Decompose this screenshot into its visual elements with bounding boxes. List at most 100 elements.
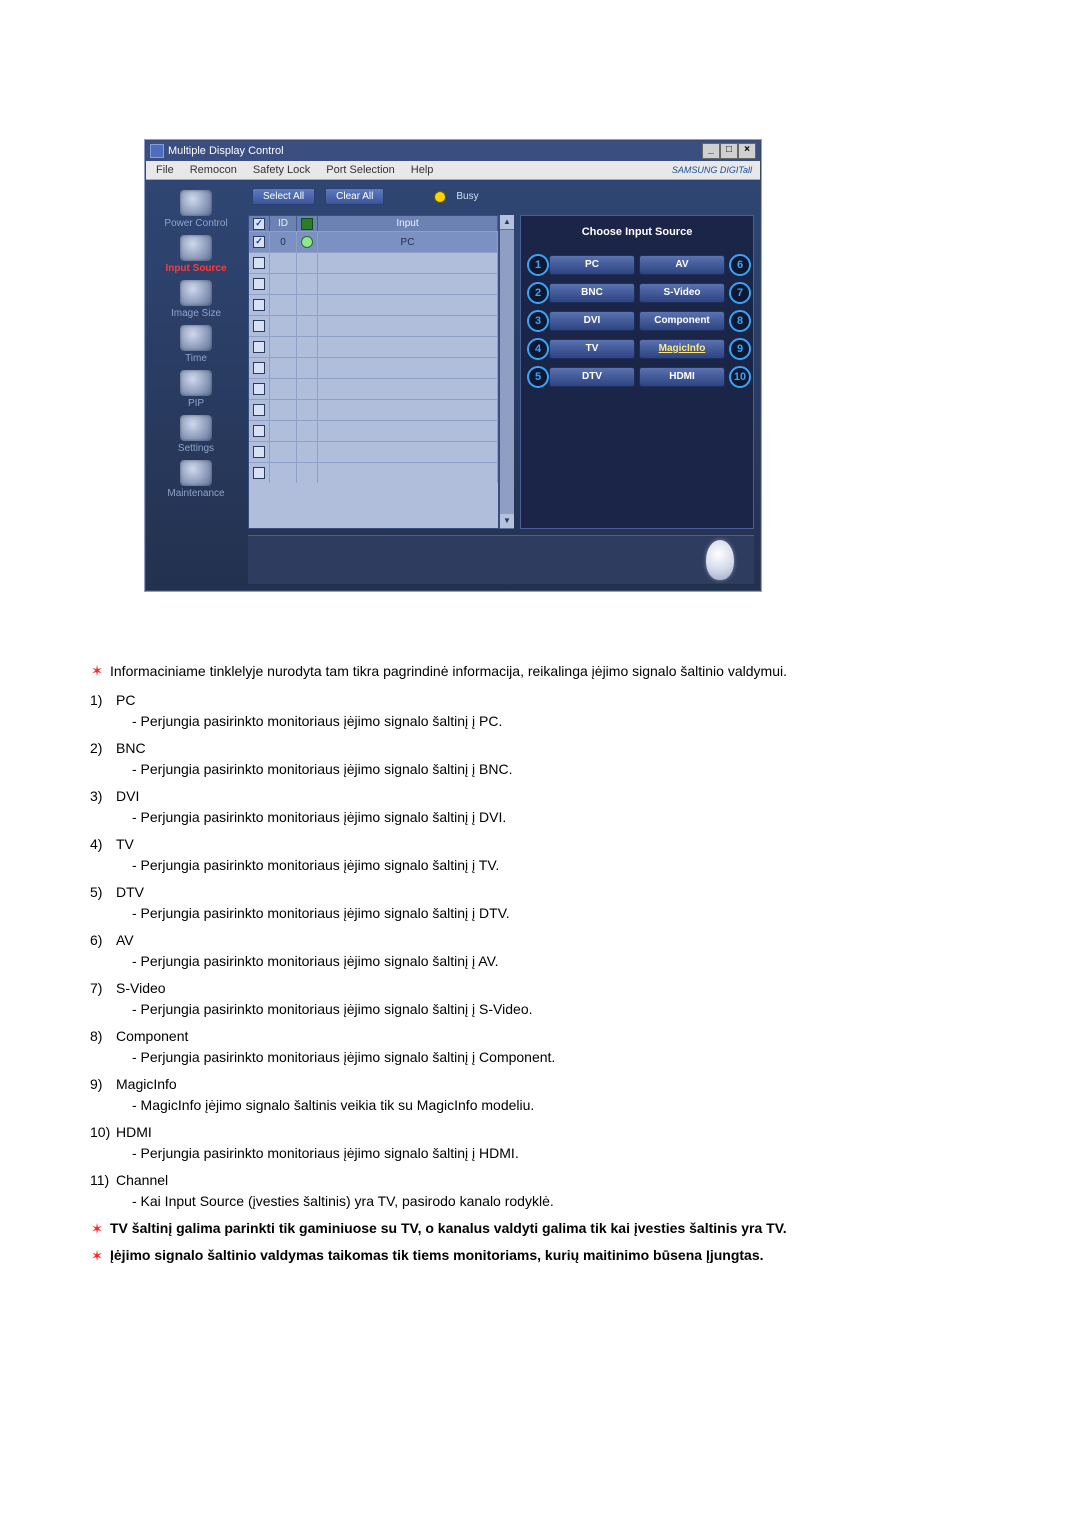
callout-2: 2 (527, 282, 549, 304)
list-item: S-Video - Perjungia pasirinkto monitoria… (90, 978, 990, 1020)
table-row[interactable] (249, 252, 498, 273)
source-pc-button[interactable]: PC (549, 255, 635, 275)
source-hdmi-button[interactable]: HDMI (639, 367, 725, 387)
desc: - Perjungia pasirinkto monitoriaus įėjim… (116, 903, 990, 924)
menubar: File Remocon Safety Lock Port Selection … (146, 161, 760, 180)
minimize-button[interactable]: _ (702, 143, 720, 159)
sidebar-item-power-control[interactable]: Power Control (164, 188, 227, 231)
table-row[interactable] (249, 462, 498, 483)
row-checkbox[interactable] (253, 404, 265, 416)
list-item: TV - Perjungia pasirinkto monitoriaus įė… (90, 834, 990, 876)
source-dtv-button[interactable]: DTV (549, 367, 635, 387)
sidebar-item-maintenance[interactable]: Maintenance (167, 458, 224, 501)
callout-1: 1 (527, 254, 549, 276)
callout-4: 4 (527, 338, 549, 360)
callout-3: 3 (527, 310, 549, 332)
table-row[interactable] (249, 420, 498, 441)
term: PC (116, 690, 990, 711)
close-button[interactable]: × (738, 143, 756, 159)
table-row[interactable] (249, 399, 498, 420)
list-item: HDMI - Perjungia pasirinkto monitoriaus … (90, 1122, 990, 1164)
row-checkbox[interactable] (253, 425, 265, 437)
table-row[interactable] (249, 315, 498, 336)
row-checkbox[interactable] (253, 467, 265, 479)
row-checkbox[interactable] (253, 236, 265, 248)
status-led-icon (301, 236, 313, 248)
sidebar-item-time[interactable]: Time (180, 323, 212, 366)
desc: - Kai Input Source (įvesties šaltinis) y… (116, 1191, 990, 1212)
image-size-icon (180, 280, 212, 306)
pip-icon (180, 370, 212, 396)
titlebar: Multiple Display Control _ □ × (146, 141, 760, 161)
sidebar-item-label: Maintenance (167, 488, 224, 499)
clear-all-button[interactable]: Clear All (325, 188, 384, 205)
table-row[interactable] (249, 294, 498, 315)
status-bar (248, 535, 754, 584)
source-component-button[interactable]: Component (639, 311, 725, 331)
row-checkbox[interactable] (253, 383, 265, 395)
source-bnc-button[interactable]: BNC (549, 283, 635, 303)
cell-input: PC (318, 232, 498, 252)
time-icon (180, 325, 212, 351)
menu-file[interactable]: File (148, 162, 182, 178)
source-svideo-button[interactable]: S-Video (639, 283, 725, 303)
term: AV (116, 930, 990, 951)
menu-help[interactable]: Help (403, 162, 442, 178)
source-tv-button[interactable]: TV (549, 339, 635, 359)
status-header-icon (301, 218, 313, 230)
list-item: MagicInfo - MagicInfo įėjimo signalo šal… (90, 1074, 990, 1116)
callout-8: 8 (729, 310, 751, 332)
busy-label: Busy (456, 191, 478, 202)
header-checkbox[interactable] (253, 218, 265, 230)
sidebar-item-label: Power Control (164, 218, 227, 229)
row-checkbox[interactable] (253, 362, 265, 374)
desc: - Perjungia pasirinkto monitoriaus įėjim… (116, 999, 990, 1020)
table-row[interactable] (249, 441, 498, 462)
row-checkbox[interactable] (253, 446, 265, 458)
sidebar-item-label: Time (185, 353, 207, 364)
row-checkbox[interactable] (253, 341, 265, 353)
sidebar-item-input-source[interactable]: Input Source (165, 233, 226, 276)
table-row[interactable] (249, 336, 498, 357)
maximize-button[interactable]: □ (720, 143, 738, 159)
sidebar-item-label: Input Source (165, 263, 226, 274)
table-row[interactable] (249, 357, 498, 378)
table-row[interactable]: 0 PC (249, 231, 498, 252)
callout-6: 6 (729, 254, 751, 276)
sidebar-item-pip[interactable]: PIP (180, 368, 212, 411)
callout-7: 7 (729, 282, 751, 304)
list-item: Channel - Kai Input Source (įvesties šal… (90, 1170, 990, 1212)
row-checkbox[interactable] (253, 320, 265, 332)
menu-port-selection[interactable]: Port Selection (318, 162, 402, 178)
menu-safety-lock[interactable]: Safety Lock (245, 162, 318, 178)
menu-remocon[interactable]: Remocon (182, 162, 245, 178)
source-av-button[interactable]: AV (639, 255, 725, 275)
choose-input-panel: Choose Input Source 1 PC AV 6 2 BNC S-Vi… (520, 215, 754, 529)
scroll-up-icon[interactable]: ▲ (500, 215, 514, 230)
select-all-button[interactable]: Select All (252, 188, 315, 205)
vertical-scrollbar[interactable]: ▲ ▼ (499, 215, 514, 529)
row-checkbox[interactable] (253, 278, 265, 290)
sidebar-item-label: PIP (188, 398, 204, 409)
desc: - Perjungia pasirinkto monitoriaus įėjim… (116, 1047, 990, 1068)
list-item: PC - Perjungia pasirinkto monitoriaus įė… (90, 690, 990, 732)
list-item: BNC - Perjungia pasirinkto monitoriaus į… (90, 738, 990, 780)
scroll-down-icon[interactable]: ▼ (500, 514, 514, 529)
callout-5: 5 (527, 366, 549, 388)
list-item: AV - Perjungia pasirinkto monitoriaus įė… (90, 930, 990, 972)
row-checkbox[interactable] (253, 257, 265, 269)
desc: - MagicInfo įėjimo signalo šaltinis veik… (116, 1095, 990, 1116)
intro-text: Informaciniame tinklelyje nurodyta tam t… (110, 661, 990, 682)
note-1: TV šaltinį galima parinkti tik gaminiuos… (110, 1218, 990, 1239)
display-grid: ID Input 0 PC (248, 215, 514, 529)
source-definition-list: PC - Perjungia pasirinkto monitoriaus įė… (90, 690, 990, 1212)
sidebar-item-settings[interactable]: Settings (178, 413, 214, 456)
source-dvi-button[interactable]: DVI (549, 311, 635, 331)
col-input: Input (318, 216, 498, 231)
sidebar-item-image-size[interactable]: Image Size (171, 278, 221, 321)
source-magicinfo-button[interactable]: MagicInfo (639, 339, 725, 359)
table-row[interactable] (249, 273, 498, 294)
gear-icon (180, 415, 212, 441)
table-row[interactable] (249, 378, 498, 399)
row-checkbox[interactable] (253, 299, 265, 311)
